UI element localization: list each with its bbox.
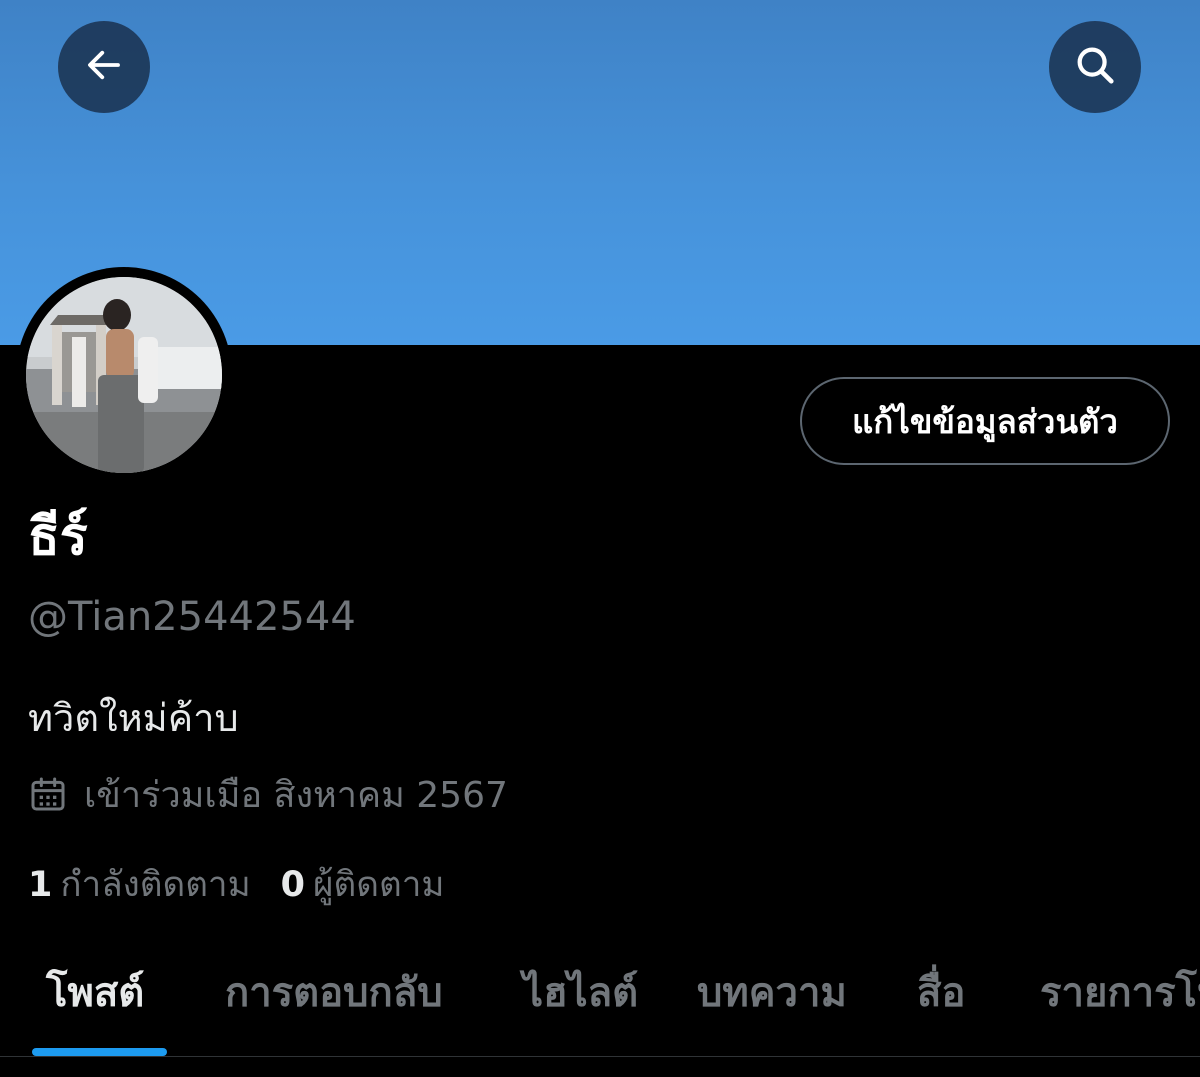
search-button[interactable] [1049, 21, 1141, 113]
calendar-icon [28, 774, 68, 814]
following-label: กำลังติดตาม [60, 864, 251, 905]
profile-bio: ทวิตใหม่ค้าบ [28, 696, 239, 740]
user-handle: @Tian25442544 [28, 594, 356, 640]
following-link[interactable]: 1 กำลังติดตาม [28, 857, 251, 912]
tab-articles[interactable]: บทความ [697, 958, 847, 1028]
tab-highlights[interactable]: ไฮไลต์ [523, 958, 638, 1028]
display-name: ธีร์ [28, 507, 88, 567]
edit-profile-button[interactable]: แก้ไขข้อมูลส่วนตัว [800, 377, 1170, 465]
tabs-divider [0, 1056, 1200, 1057]
join-date: เข้าร่วมเมือ สิงหาคม 2567 [28, 768, 508, 820]
following-count: 1 [28, 864, 53, 905]
join-date-text: เข้าร่วมเมือ สิงหาคม 2567 [84, 774, 508, 816]
active-tab-indicator [32, 1048, 167, 1056]
followers-label: ผู้ติดตาม [313, 864, 445, 905]
profile-page: แก้ไขข้อมูลส่วนตัว ธีร์ @Tian25442544 ทว… [0, 0, 1200, 1077]
tab-likes[interactable]: รายการโปรด [1040, 958, 1200, 1028]
tab-replies[interactable]: การตอบกลับ [225, 958, 443, 1028]
avatar-ring [16, 267, 232, 483]
search-icon [1072, 42, 1118, 92]
tab-media[interactable]: สื่อ [917, 958, 965, 1028]
follow-stats: 1 กำลังติดตาม 0 ผู้ติดตาม [28, 858, 474, 910]
arrow-left-icon [83, 44, 125, 90]
followers-count: 0 [280, 864, 306, 905]
profile-tabs: โพสต์ การตอบกลับ ไฮไลต์ บทความ สื่อ รายก… [0, 940, 1200, 1056]
tab-posts[interactable]: โพสต์ [46, 958, 144, 1028]
followers-link[interactable]: 0 ผู้ติดตาม [281, 857, 445, 912]
back-button[interactable] [58, 21, 150, 113]
avatar[interactable] [26, 277, 222, 473]
